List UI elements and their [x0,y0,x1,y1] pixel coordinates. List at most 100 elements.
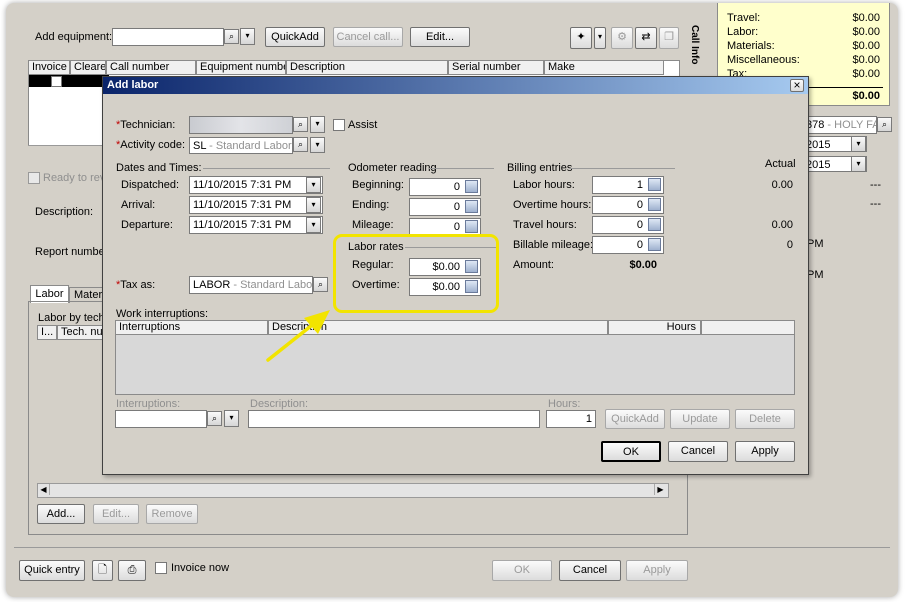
taxas-value: LABOR [193,279,231,291]
dialog-close-icon[interactable]: × [790,79,804,92]
report-number-label: Report number: [35,246,112,258]
scroll-right-icon[interactable]: ▶ [654,484,666,495]
add-equipment-input[interactable] [112,28,224,46]
ending-calculator-icon[interactable] [465,200,478,213]
taxas-search-icon[interactable]: ⌕ [313,277,328,292]
copy-icon[interactable]: ❐ [659,27,679,49]
beginning-calculator-icon[interactable] [465,180,478,193]
ready-checkbox[interactable] [28,172,40,184]
travel-hours-label: Travel hours: [513,219,577,231]
summary-value: $0.00 [852,54,880,66]
printer-icon[interactable]: ⎙ [118,560,146,581]
wi-col-hours: Hours [608,320,701,335]
dialog-cancel-button[interactable]: Cancel [668,441,728,462]
interruptions-input[interactable] [115,410,207,428]
interruptions-search-icon[interactable]: ⌕ [207,411,222,426]
activity-code-input[interactable]: SL - Standard Labor [189,137,293,154]
activity-search-icon[interactable]: ⌕ [293,137,308,152]
dialog-ok-button[interactable]: OK [601,441,661,462]
assist-label: Assist [348,119,378,131]
arrival-label: Arrival: [121,199,156,211]
tool-icon[interactable]: ⚙ [611,27,633,49]
technician-label: *Technician: [116,119,176,131]
date2-value: 2015 [806,159,831,171]
activity-code-label-text: Activity code: [120,139,186,151]
arrow-shaft [266,320,318,362]
amount-label: Amount: [513,259,554,271]
wi-col-empty [701,320,795,335]
customer-search-icon[interactable]: ⌕ [877,117,892,132]
dispatched-input[interactable]: 11/10/2015 7:31 PM [189,176,323,194]
date1-value: 2015 [806,139,831,151]
equipment-col-0[interactable]: Invoice [28,60,70,75]
summary-value: $0.00 [852,68,880,80]
equipment-col-6[interactable]: Make [544,60,664,75]
equipment-col-4[interactable]: Description [286,60,448,75]
interruption-hours-input[interactable]: 1 [546,410,596,428]
taxas-input[interactable]: LABOR - Standard Labor Tax [189,276,313,294]
add-labor-button[interactable]: Add... [37,504,85,524]
mileage-label: Mileage: [352,219,394,231]
sync-icon[interactable]: ⇄ [635,27,657,49]
date2-dropdown-icon[interactable]: ▾ [851,156,866,172]
equipment-hscrollbar[interactable] [28,145,108,159]
equipment-dropdown-icon[interactable]: ▾ [240,28,255,45]
invoice-checkbox[interactable] [51,76,62,87]
overtime-hours-calculator-icon[interactable] [648,198,661,211]
date1-dropdown-icon[interactable]: ▾ [851,136,866,152]
departure-input[interactable]: 11/10/2015 7:31 PM [189,216,323,234]
technician-search-icon[interactable]: ⌕ [293,117,308,132]
dialog-apply-button[interactable]: Apply [735,441,795,462]
tech-grid-hscrollbar[interactable] [37,483,669,498]
technician-dropdown-icon[interactable]: ▾ [310,116,325,133]
activity-dropdown-icon[interactable]: ▾ [310,137,325,153]
edit-button[interactable]: Edit... [410,27,470,47]
interruptions-dropdown-icon[interactable]: ▾ [224,410,239,427]
wizard-dropdown-icon[interactable]: ▾ [594,27,606,49]
summary-total: $0.00 [852,90,880,102]
labor-hours-label: Labor hours: [513,179,575,191]
equipment-col-3[interactable]: Equipment number [196,60,286,75]
travel-hours-calculator-icon[interactable] [648,218,661,231]
technician-label-text: Technician: [120,119,176,131]
quick-entry-button[interactable]: Quick entry [19,560,85,581]
apply-button[interactable]: Apply [626,560,688,581]
arrival-input[interactable]: 11/10/2015 7:31 PM [189,196,323,214]
arrival-dropdown-icon[interactable]: ▾ [306,197,321,213]
ending-label: Ending: [352,199,390,211]
edit-labor-button[interactable]: Edit... [93,504,139,524]
invoice-now-checkbox[interactable] [155,562,167,574]
equipment-search-icon[interactable]: ⌕ [224,29,239,44]
mileage-calculator-icon[interactable] [465,220,478,233]
billing-header: Billing entries [507,162,573,174]
add-equipment-label: Add equipment: [35,31,113,43]
customer-field[interactable]: 378 - HOLY FAM [802,116,877,134]
departure-dropdown-icon[interactable]: ▾ [306,217,321,233]
ok-button[interactable]: OK [492,560,552,581]
taxas-label: *Tax as: [116,279,156,291]
summary-value: $0.00 [852,26,880,38]
odometer-header: Odometer reading [348,162,437,174]
billable-mileage-calculator-icon[interactable] [648,238,661,251]
equipment-col-1[interactable]: Cleared [70,60,106,75]
wi-quickadd-button[interactable]: QuickAdd [605,409,665,429]
wi-delete-button[interactable]: Delete [735,409,795,429]
assist-checkbox[interactable] [333,119,345,131]
taxas-label-text: Tax as: [120,279,156,291]
scroll-left-icon[interactable]: ◀ [38,484,50,495]
technician-input[interactable] [189,116,293,134]
wizard-icon[interactable]: ✦ [570,27,592,49]
dispatched-dropdown-icon[interactable]: ▾ [306,177,321,193]
quickadd-button[interactable]: QuickAdd [265,27,325,47]
equipment-row-selected[interactable] [29,75,109,87]
interruption-description-input[interactable] [248,410,540,428]
equipment-col-2[interactable]: Call number [106,60,196,75]
document-icon[interactable]: 🗋 [92,560,113,581]
wi-update-button[interactable]: Update [670,409,730,429]
odometer-header-line [429,168,494,169]
remove-labor-button[interactable]: Remove [146,504,198,524]
equipment-col-5[interactable]: Serial number [448,60,544,75]
cancel-button[interactable]: Cancel [559,560,621,581]
cancel-call-button[interactable]: Cancel call... [333,27,403,47]
labor-hours-calculator-icon[interactable] [648,178,661,191]
